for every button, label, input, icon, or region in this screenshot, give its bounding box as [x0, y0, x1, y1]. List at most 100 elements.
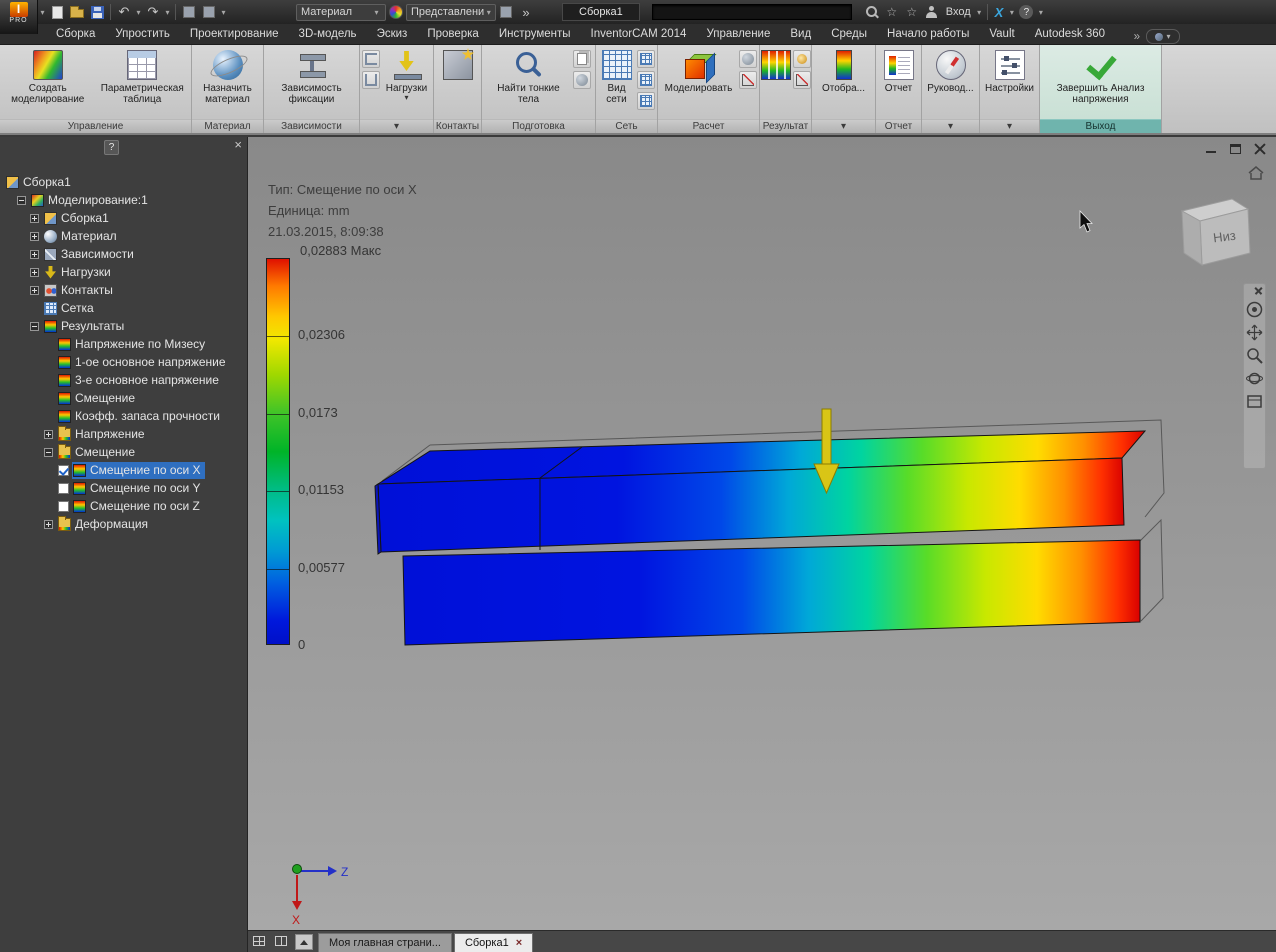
mesh-small-button-3[interactable] — [637, 92, 655, 110]
ribbon-tab-uprostit[interactable]: Упростить — [105, 25, 180, 44]
help-button[interactable]: ? — [1019, 5, 1034, 19]
ribbon-tab-vid[interactable]: Вид — [780, 25, 821, 44]
ribbon-tab-proverka[interactable]: Проверка — [417, 25, 489, 44]
mesh-small-button-1[interactable] — [637, 50, 655, 68]
expand-icon[interactable] — [30, 285, 39, 295]
new-file-button[interactable] — [47, 2, 67, 22]
application-menu-button[interactable]: I PRO — [0, 0, 38, 34]
tree-item-stress-folder[interactable]: Напряжение — [0, 425, 247, 443]
app-menu-dropdown-icon[interactable]: ▾ — [38, 8, 47, 17]
panel-label-settings[interactable]: ▾ — [980, 119, 1039, 133]
collapse-icon[interactable] — [30, 321, 39, 331]
help-dropdown-icon[interactable]: ▾ — [1036, 8, 1045, 17]
loads-button[interactable]: Нагрузки ▾ — [382, 48, 431, 102]
ribbon-tab-instrumenty[interactable]: Инструменты — [489, 25, 581, 44]
restore-icon[interactable] — [1230, 144, 1241, 154]
prepare-small-button-1[interactable] — [572, 50, 591, 68]
panel-label-exit[interactable]: Выход — [1040, 119, 1161, 133]
prepare-small-button-2[interactable] — [572, 71, 591, 89]
ribbon-tab-sredy[interactable]: Среды — [821, 25, 877, 44]
sign-in-button[interactable] — [922, 2, 942, 22]
tab-assembly-document[interactable]: Сборка1 × — [453, 933, 534, 952]
expand-icon[interactable] — [30, 213, 39, 223]
contacts-button[interactable] — [438, 48, 478, 80]
appearance-button[interactable] — [386, 2, 406, 22]
ribbon-tab-nachalo-raboty[interactable]: Начало работы — [877, 25, 979, 44]
tab-close-icon[interactable]: × — [516, 937, 522, 949]
expand-icon[interactable] — [44, 519, 53, 529]
tree-item-mesh[interactable]: Сетка — [0, 299, 247, 317]
checkbox-checked-icon[interactable] — [58, 464, 69, 476]
fixed-constraint-button[interactable]: Зависимость фиксации — [267, 48, 357, 105]
ribbon-tab-upravlenie[interactable]: Управление — [696, 25, 780, 44]
result-small-button-2[interactable] — [792, 71, 811, 89]
favorites-button[interactable]: ☆ — [902, 2, 922, 22]
appearance-combobox[interactable]: Представлени ▾ — [406, 3, 496, 21]
panel-label-loads[interactable]: ▾ — [360, 119, 433, 133]
close-icon[interactable] — [1254, 143, 1266, 155]
guide-button[interactable]: Руковод... — [924, 48, 977, 94]
solve-small-button-2[interactable] — [738, 71, 757, 89]
panel-label-constraints[interactable]: Зависимости — [264, 119, 359, 133]
collapse-icon[interactable] — [44, 447, 53, 457]
expand-icon[interactable] — [44, 429, 53, 439]
mesh-small-button-2[interactable] — [637, 71, 655, 89]
ribbon-display-toggle[interactable]: ▾ — [1146, 29, 1180, 44]
ribbon-tab-inventorcam[interactable]: InventorCAM 2014 — [581, 25, 697, 44]
loads-small-button-1[interactable] — [362, 50, 380, 68]
tab-home-page[interactable]: Моя главная страни... — [318, 933, 452, 952]
panel-label-material[interactable]: Материал — [192, 119, 263, 133]
favorites-edit-button[interactable]: ☆ — [882, 2, 902, 22]
ribbon-tab-vault[interactable]: Vault — [979, 25, 1024, 44]
expand-icon[interactable] — [30, 231, 39, 241]
tree-item-first-principal[interactable]: 1-ое основное напряжение — [0, 353, 247, 371]
display-button[interactable]: Отобра... — [814, 48, 873, 94]
tree-item-displacement[interactable]: Смещение — [0, 389, 247, 407]
tool-dropdown-icon[interactable]: ▾ — [219, 8, 228, 17]
browser-help-button[interactable]: ? — [104, 140, 119, 155]
material-combobox[interactable]: Материал ▾ — [296, 3, 386, 21]
tree-item-displacement-x[interactable]: Смещение по оси X — [0, 461, 247, 479]
tree-item-loads[interactable]: Нагрузки — [0, 263, 247, 281]
tree-item-assembly[interactable]: Сборка1 — [0, 209, 247, 227]
autodesk-360-dropdown-icon[interactable]: ▾ — [1007, 8, 1016, 17]
panel-label-mesh[interactable]: Сеть — [596, 119, 657, 133]
arrange-vertical-button[interactable] — [271, 932, 291, 950]
tree-item-von-mises[interactable]: Напряжение по Мизесу — [0, 335, 247, 353]
ribbon-tab-proektirovanie[interactable]: Проектирование — [180, 25, 289, 44]
panel-label-contacts[interactable]: Контакты — [434, 119, 481, 133]
ribbon-tab-sborka[interactable]: Сборка — [46, 25, 105, 44]
tree-item-third-principal[interactable]: 3-е основное напряжение — [0, 371, 247, 389]
result-button[interactable] — [760, 48, 791, 80]
panel-label-display[interactable]: ▾ — [812, 119, 875, 133]
arrange-windows-button[interactable] — [249, 932, 269, 950]
simulate-button[interactable]: Моделировать — [661, 48, 737, 94]
solve-small-button-1[interactable] — [738, 50, 757, 68]
create-simulation-button[interactable]: Создать моделирование — [2, 48, 94, 105]
expand-icon[interactable] — [30, 249, 39, 259]
sign-in-dropdown-icon[interactable]: ▾ — [975, 8, 984, 17]
minimize-icon[interactable] — [1206, 143, 1217, 154]
tree-item-displacement-y[interactable]: Смещение по оси Y — [0, 479, 247, 497]
graphics-viewport[interactable]: Z X Тип: Смещение по оси X Единица: mm 2… — [248, 137, 1276, 930]
tree-item-contacts[interactable]: Контакты — [0, 281, 247, 299]
ribbon-tab-eskiz[interactable]: Эскиз — [367, 25, 418, 44]
find-thin-bodies-button[interactable]: Найти тонкие тела — [487, 48, 571, 105]
panel-label-solve[interactable]: Расчет — [658, 119, 759, 133]
tree-item-results[interactable]: Результаты — [0, 317, 247, 335]
tree-item-displacement-folder[interactable]: Смещение — [0, 443, 247, 461]
tree-item-constraints[interactable]: Зависимости — [0, 245, 247, 263]
search-input[interactable] — [651, 4, 852, 20]
report-button[interactable]: Отчет — [878, 48, 919, 94]
parametric-table-button[interactable]: Параметрическая таблица — [96, 48, 190, 105]
search-button[interactable] — [862, 2, 882, 22]
redo-dropdown-icon[interactable]: ▾ — [163, 8, 172, 17]
adjust-button[interactable] — [496, 2, 516, 22]
assign-material-button[interactable]: Назначить материал — [195, 48, 261, 105]
look-at-icon[interactable] — [1246, 393, 1263, 410]
undo-button[interactable]: ↶ — [114, 2, 134, 22]
undo-dropdown-icon[interactable]: ▾ — [134, 8, 143, 17]
panel-label-manage[interactable]: Управление — [0, 119, 191, 133]
expand-dock-button[interactable] — [295, 934, 313, 950]
result-small-button-1[interactable] — [792, 50, 811, 68]
